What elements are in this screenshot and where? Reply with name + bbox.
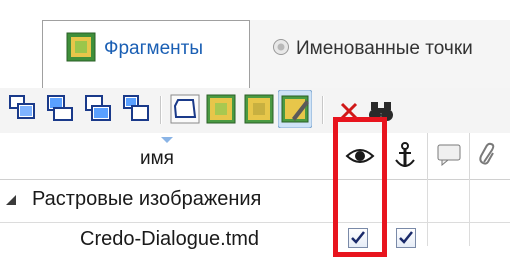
toolbar-separator bbox=[160, 96, 162, 124]
anchor-checkbox[interactable] bbox=[396, 228, 416, 248]
layer-down-icon[interactable] bbox=[84, 94, 114, 124]
sort-arrow-icon bbox=[161, 137, 173, 143]
layer-move-icon[interactable] bbox=[122, 94, 152, 124]
paperclip-icon bbox=[479, 142, 495, 165]
column-divider bbox=[427, 179, 428, 246]
tab-fragments-label: Фрагменты bbox=[104, 38, 203, 59]
anchor-icon bbox=[395, 142, 415, 167]
radio-icon bbox=[273, 39, 289, 55]
polygon-icon[interactable] bbox=[170, 94, 200, 124]
name-column-label: имя bbox=[140, 148, 174, 169]
layer-up-icon[interactable] bbox=[8, 94, 38, 124]
collapse-arrow-icon[interactable] bbox=[4, 193, 18, 207]
check-icon bbox=[399, 231, 413, 244]
tree-group-label[interactable]: Растровые изображения bbox=[32, 188, 261, 211]
raster-edit-icon[interactable] bbox=[278, 90, 312, 128]
raster-icon[interactable] bbox=[206, 94, 236, 124]
row-divider bbox=[0, 222, 510, 223]
tree-item-label[interactable]: Credo-Dialogue.tmd bbox=[80, 228, 259, 251]
highlight-box bbox=[333, 117, 387, 257]
layer-select-icon[interactable] bbox=[46, 94, 76, 124]
tab-named-points-label: Именованные точки bbox=[296, 38, 473, 59]
raster-alt-icon[interactable] bbox=[244, 94, 274, 124]
fragments-icon bbox=[66, 32, 96, 62]
column-divider bbox=[469, 179, 470, 246]
comment-icon bbox=[437, 144, 461, 166]
toolbar-separator bbox=[322, 96, 324, 124]
